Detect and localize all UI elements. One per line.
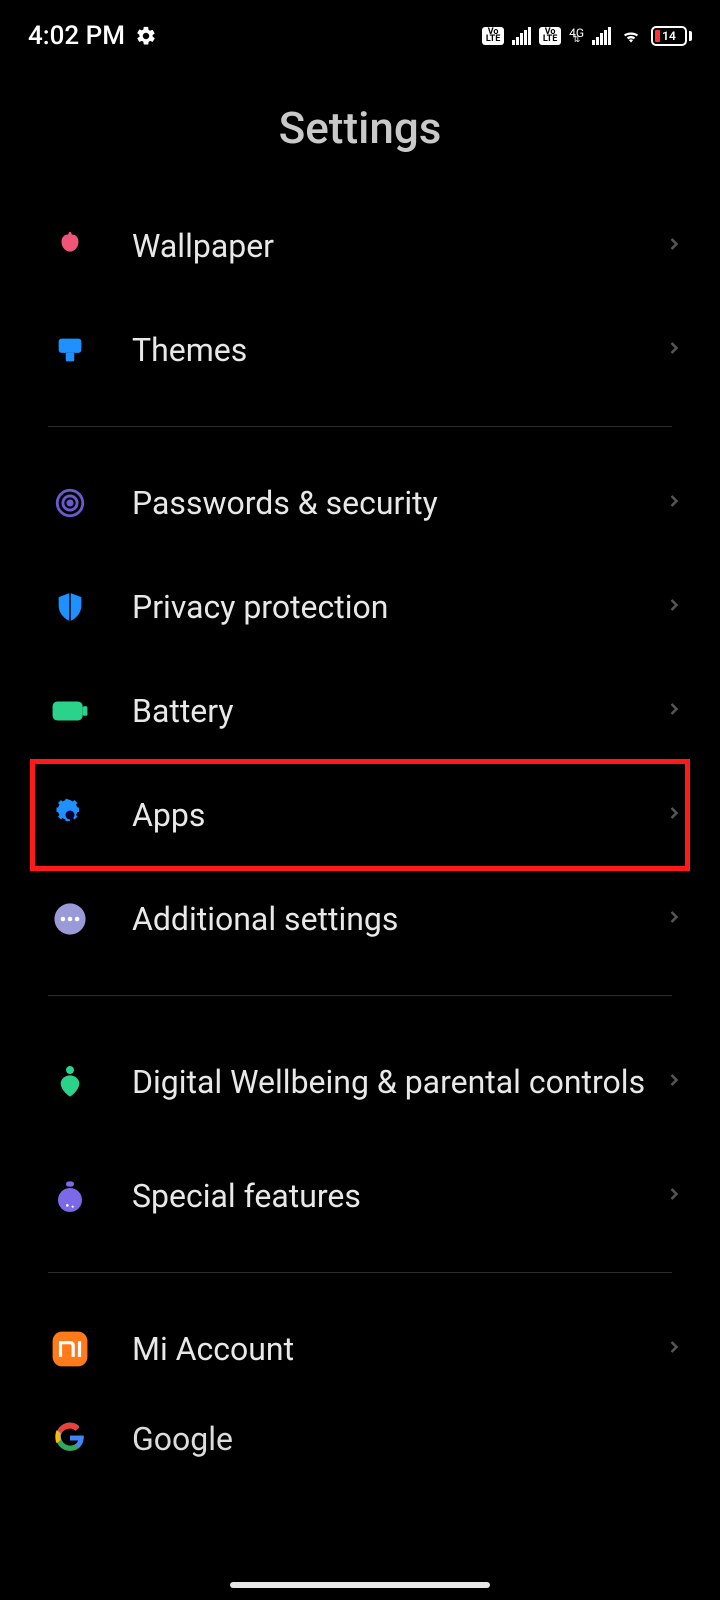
chevron-right-icon [664,699,684,723]
row-google[interactable]: Google [0,1401,720,1461]
row-label: Google [132,1419,696,1459]
row-battery[interactable]: Battery [0,659,720,763]
row-passwords-security[interactable]: Passwords & security [0,451,720,555]
wellbeing-icon [48,1060,92,1104]
row-label: Digital Wellbeing & parental controls [132,1062,664,1102]
shield-icon [48,585,92,629]
divider [48,995,672,996]
chevron-right-icon [664,234,684,258]
chevron-right-icon [664,338,684,362]
row-digital-wellbeing[interactable]: Digital Wellbeing & parental controls [0,1020,720,1144]
wifi-icon [619,26,643,46]
volte-sim2-icon: VoLTE [539,27,561,45]
row-themes[interactable]: Themes [0,298,720,402]
network-type-icon: 4G ⇅ [569,28,584,45]
signal-sim2-icon [592,27,611,45]
status-time: 4:02 PM [28,21,125,51]
settings-list: Wallpaper Themes Passwords & security Pr… [0,194,720,1461]
chevron-right-icon [664,595,684,619]
chevron-right-icon [664,1184,684,1208]
chevron-right-icon [664,1337,684,1361]
chevron-right-icon [664,491,684,515]
row-label: Battery [132,691,664,731]
chevron-right-icon [664,907,684,931]
flask-icon [48,1174,92,1218]
row-label: Passwords & security [132,483,664,523]
google-logo-icon [48,1419,92,1461]
settings-sync-icon [135,25,157,47]
wallpaper-icon [48,224,92,268]
row-label: Mi Account [132,1329,664,1369]
status-bar: 4:02 PM VoLTE VoLTE 4G ⇅ 14 [0,0,720,72]
chevron-right-icon [664,1070,684,1094]
signal-sim1-icon [512,27,531,45]
divider [48,426,672,427]
battery-icon: 14 [651,26,692,46]
row-label: Wallpaper [132,226,664,266]
row-label: Themes [132,330,664,370]
themes-icon [48,328,92,372]
page-header: Settings [0,72,720,194]
volte-sim1-icon: VoLTE [482,27,504,45]
row-wallpaper[interactable]: Wallpaper [0,194,720,298]
row-label: Special features [132,1176,664,1216]
page-title: Settings [0,102,720,154]
more-icon [48,897,92,941]
row-apps[interactable]: Apps [0,763,720,867]
row-additional-settings[interactable]: Additional settings [0,867,720,971]
row-privacy-protection[interactable]: Privacy protection [0,555,720,659]
fingerprint-icon [48,481,92,525]
chevron-right-icon [664,803,684,827]
home-indicator[interactable] [230,1582,490,1588]
row-special-features[interactable]: Special features [0,1144,720,1248]
mi-logo-icon [48,1327,92,1371]
divider [48,1272,672,1273]
row-mi-account[interactable]: Mi Account [0,1297,720,1401]
battery-icon [48,689,92,733]
row-label: Apps [132,795,664,835]
row-label: Additional settings [132,899,664,939]
row-label: Privacy protection [132,587,664,627]
apps-gear-icon [48,793,92,837]
